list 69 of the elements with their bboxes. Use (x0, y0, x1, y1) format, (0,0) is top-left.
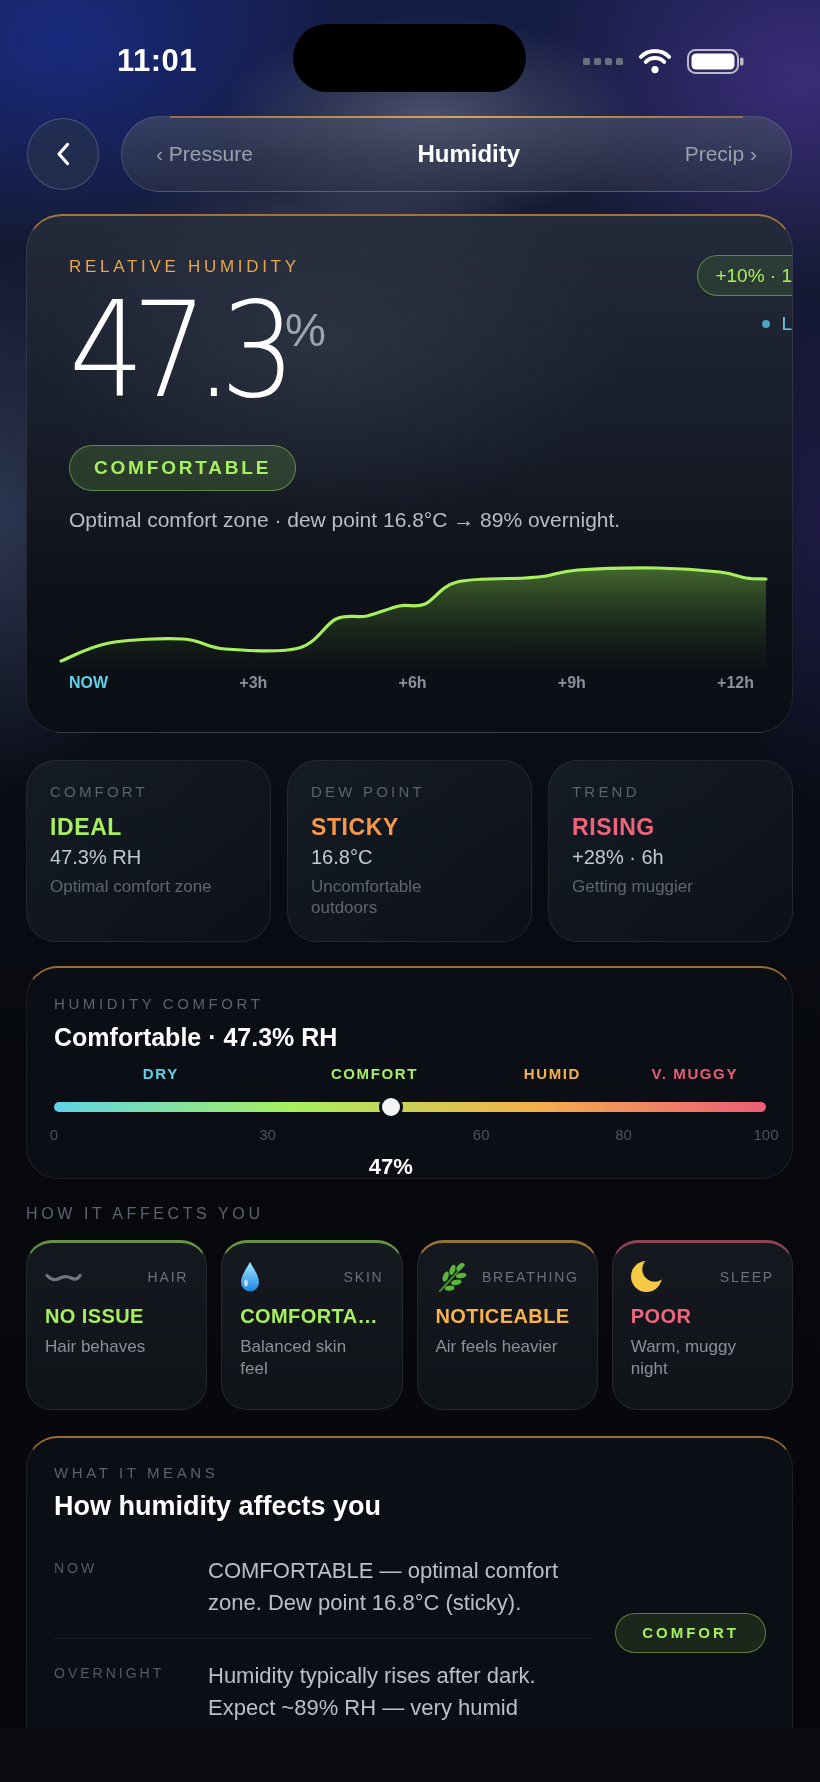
zone-label: HUMID (523, 1065, 581, 1083)
stat-note: Getting muggier (572, 876, 694, 897)
stat-label: DEW POINT (311, 783, 426, 801)
effect-note: Warm, muggy night (630, 1336, 737, 1380)
effect-note: Balanced skin feel (240, 1336, 348, 1380)
effect-value: NO ISSUE (45, 1304, 145, 1328)
row-text: Humidity typically rises after dark. Expect ~89% RH — very humid (208, 1662, 537, 1722)
effect-label: HAIR (147, 1268, 189, 1286)
comfort-title: Comfortable · 47.3% RH (54, 1022, 339, 1052)
effect-value: NOTICEABLE (435, 1304, 571, 1328)
metric-label: RELATIVE HUMIDITY (69, 257, 301, 277)
tick-label: 80 (615, 1126, 632, 1144)
stat-note: Optimal comfort zone (50, 876, 213, 897)
stat-value: RISING (572, 814, 656, 840)
time-label: NOW (69, 673, 109, 693)
slider-value: 47% (368, 1155, 413, 1179)
time-label: +9h (557, 673, 586, 693)
stat-reading: +28% · 6h (572, 845, 665, 869)
tick-label: 100 (753, 1126, 779, 1144)
zone-label: V. MUGGY (651, 1065, 738, 1083)
section-label: HOW IT AFFECTS YOU (26, 1204, 265, 1224)
zone-label: COMFORT (330, 1065, 418, 1083)
effect-note: Air feels heavier (435, 1336, 559, 1358)
status-badge: COMFORTABLE (69, 445, 297, 491)
stat-reading: 47.3% RH (50, 845, 143, 869)
row-label: NOW (54, 1559, 99, 1578)
meaning-title: How humidity affects you (54, 1490, 383, 1522)
stat-label: TREND (572, 783, 641, 801)
stat-value: IDEAL (50, 814, 123, 840)
time-label: +12h (717, 673, 754, 693)
chevron-left-icon (56, 142, 70, 166)
legend-dot-icon (762, 320, 771, 328)
comfort-slider[interactable] (54, 1095, 766, 1119)
tick-label: 60 (472, 1126, 490, 1144)
humidity-value: 47.3 (69, 285, 284, 415)
status-badge: COMFORT (615, 1612, 766, 1653)
zone-label: DRY (142, 1065, 179, 1083)
section-label: HUMIDITY COMFORT (54, 995, 265, 1013)
nav-tab[interactable]: ‹ Pressure (156, 141, 253, 167)
stat-note: Uncomfortable outdoors (311, 876, 423, 918)
tick-label: 30 (259, 1126, 276, 1144)
effect-label: SKIN (343, 1268, 384, 1286)
effect-value: COMFORTA… (240, 1304, 379, 1328)
effect-label: BREATHING (481, 1268, 579, 1286)
unit-label: % (284, 305, 326, 355)
nav-tab[interactable]: Humidity (417, 141, 521, 167)
clock-time: 11:01 (117, 43, 199, 79)
nav-tab[interactable]: Precip › (684, 141, 757, 167)
time-label: +3h (239, 673, 268, 693)
wave-icon (45, 1271, 82, 1283)
crescent-moon-icon (630, 1261, 665, 1293)
change-badge: +10% · 1 (697, 255, 792, 296)
time-label: +6h (398, 673, 427, 693)
stat-label: COMFORT (50, 783, 149, 801)
stat-reading: 16.8°C (311, 845, 374, 869)
effect-label: SLEEP (719, 1268, 774, 1286)
signal-icon (583, 57, 623, 65)
tick-label: 0 (49, 1126, 59, 1144)
wifi-icon (637, 48, 673, 74)
legend-label: L (781, 313, 792, 335)
row-label: OVERNIGHT (54, 1664, 166, 1683)
stat-value: STICKY (311, 814, 400, 840)
summary-text: Optimal comfort zone · dew point 16.8°C → 89% overnight. (69, 507, 622, 533)
battery-icon (687, 48, 744, 74)
effect-note: Hair behaves (45, 1336, 147, 1358)
row-text: COMFORTABLE — optimal comfort zone. Dew point 16.8°C (sticky). (208, 1557, 560, 1617)
section-label: WHAT IT MEANS (54, 1464, 220, 1482)
effect-value: POOR (630, 1304, 693, 1328)
droplet-icon (240, 1261, 261, 1293)
